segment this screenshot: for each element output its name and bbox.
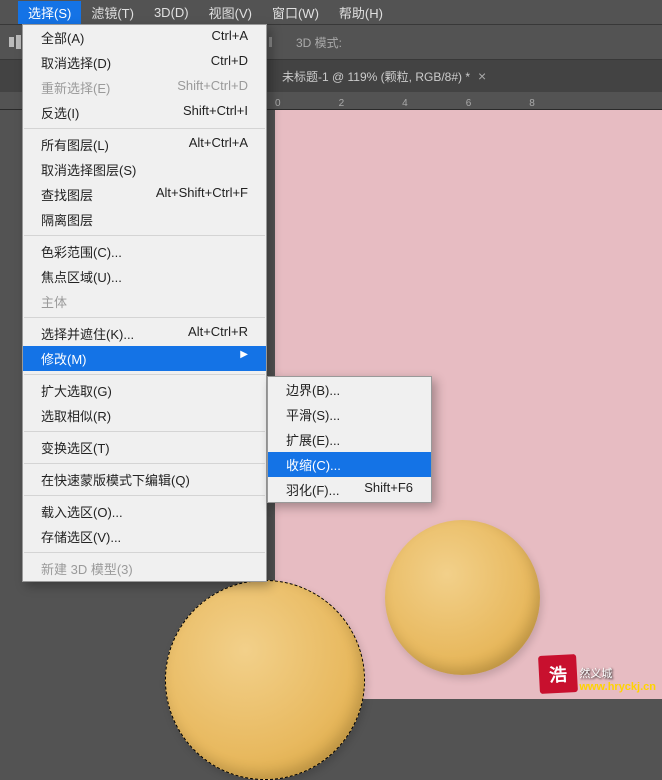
menu-help[interactable]: 帮助(H)	[329, 1, 393, 24]
menu-item-modify[interactable]: 修改(M)▶	[23, 346, 266, 371]
menu-filter[interactable]: 滤镜(T)	[81, 1, 144, 24]
menu-3d[interactable]: 3D(D)	[144, 3, 199, 22]
select-menu-dropdown: 全部(A)Ctrl+A 取消选择(D)Ctrl+D 重新选择(E)Shift+C…	[22, 24, 267, 582]
menu-view[interactable]: 视图(V)	[199, 1, 262, 24]
menu-separator	[24, 235, 265, 236]
cookie-small	[385, 520, 540, 675]
menu-separator	[24, 374, 265, 375]
menu-item-reselect: 重新选择(E)Shift+Ctrl+D	[23, 75, 266, 100]
menu-bar: 选择(S) 滤镜(T) 3D(D) 视图(V) 窗口(W) 帮助(H)	[0, 0, 662, 24]
menu-separator	[24, 463, 265, 464]
submenu-item-expand[interactable]: 扩展(E)...	[268, 427, 431, 452]
ruler-mark: 6	[466, 98, 472, 109]
menu-separator	[24, 317, 265, 318]
menu-window[interactable]: 窗口(W)	[262, 1, 329, 24]
menu-item-find-layers[interactable]: 查找图层Alt+Shift+Ctrl+F	[23, 182, 266, 207]
menu-select[interactable]: 选择(S)	[18, 1, 81, 24]
menu-item-subject: 主体	[23, 289, 266, 314]
menu-separator	[24, 495, 265, 496]
menu-item-deselect[interactable]: 取消选择(D)Ctrl+D	[23, 50, 266, 75]
modify-submenu: 边界(B)... 平滑(S)... 扩展(E)... 收缩(C)... 羽化(F…	[267, 376, 432, 503]
menu-item-all[interactable]: 全部(A)Ctrl+A	[23, 25, 266, 50]
menu-item-new-3d: 新建 3D 模型(3)	[23, 556, 266, 581]
watermark-url: www.hryckj.cn	[579, 681, 656, 693]
menu-item-isolate-layers[interactable]: 隔离图层	[23, 207, 266, 232]
menu-item-all-layers[interactable]: 所有图层(L)Alt+Ctrl+A	[23, 132, 266, 157]
menu-item-quickmask[interactable]: 在快速蒙版模式下编辑(Q)	[23, 467, 266, 492]
watermark-logo: 浩	[538, 654, 578, 694]
submenu-item-feather[interactable]: 羽化(F)...Shift+F6	[268, 477, 431, 502]
ruler-mark: 4	[402, 98, 408, 109]
menu-item-inverse[interactable]: 反选(I)Shift+Ctrl+I	[23, 100, 266, 125]
menu-item-deselect-layers[interactable]: 取消选择图层(S)	[23, 157, 266, 182]
3d-mode-label: 3D 模式:	[296, 34, 342, 51]
ruler-mark: 8	[529, 98, 535, 109]
submenu-item-smooth[interactable]: 平滑(S)...	[268, 402, 431, 427]
menu-item-select-mask[interactable]: 选择并遮住(K)...Alt+Ctrl+R	[23, 321, 266, 346]
menu-separator	[24, 128, 265, 129]
menu-separator	[24, 431, 265, 432]
menu-item-transform[interactable]: 变换选区(T)	[23, 435, 266, 460]
menu-item-similar[interactable]: 选取相似(R)	[23, 403, 266, 428]
document-tab[interactable]: 未标题-1 @ 119% (颗粒, RGB/8#) * ×	[270, 60, 498, 92]
watermark: 浩 然义城 www.hryckj.cn	[539, 655, 656, 693]
submenu-item-contract[interactable]: 收缩(C)...	[268, 452, 431, 477]
menu-item-color-range[interactable]: 色彩范围(C)...	[23, 239, 266, 264]
tab-title: 未标题-1 @ 119% (颗粒, RGB/8#) *	[282, 68, 470, 85]
watermark-text: 然义城	[579, 665, 656, 681]
menu-item-save-selection[interactable]: 存储选区(V)...	[23, 524, 266, 549]
menu-item-grow[interactable]: 扩大选取(G)	[23, 378, 266, 403]
menu-item-load-selection[interactable]: 载入选区(O)...	[23, 499, 266, 524]
close-icon[interactable]: ×	[478, 68, 486, 84]
ruler-mark: 0	[275, 98, 281, 109]
ruler-mark: 2	[339, 98, 345, 109]
menu-separator	[24, 552, 265, 553]
chevron-right-icon: ▶	[240, 349, 248, 368]
submenu-item-border[interactable]: 边界(B)...	[268, 377, 431, 402]
cookie-large	[165, 580, 365, 780]
menu-item-focus-area[interactable]: 焦点区域(U)...	[23, 264, 266, 289]
